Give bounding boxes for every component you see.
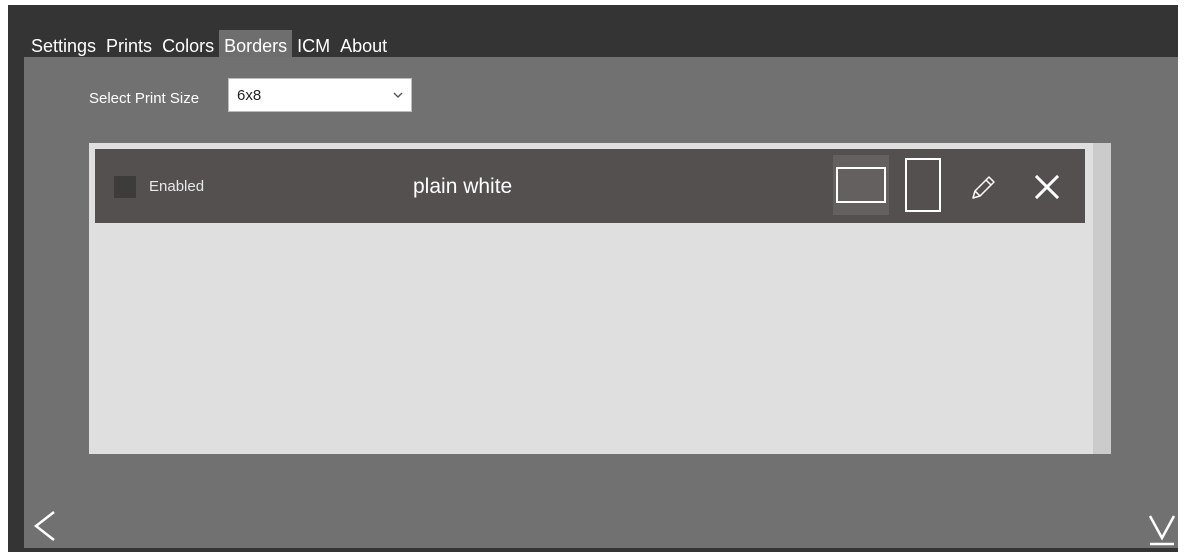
app-window: Settings Prints Colors Borders ICM About… [8, 5, 1178, 552]
print-size-select[interactable]: 6x8 [228, 78, 412, 112]
borders-list: Enabled plain white [89, 143, 1111, 454]
scrollbar[interactable] [1093, 143, 1111, 454]
landscape-orientation-button[interactable] [833, 155, 889, 215]
landscape-icon [836, 167, 886, 203]
enabled-label: Enabled [149, 178, 205, 195]
borders-content: Select Print Size 6x8 Enabled plain whit… [24, 57, 1178, 548]
portrait-icon [905, 158, 941, 212]
back-arrow-icon[interactable] [30, 508, 60, 544]
print-size-label: Select Print Size [89, 90, 200, 107]
download-icon[interactable] [1146, 510, 1178, 548]
border-row: Enabled plain white [95, 149, 1085, 223]
pencil-icon[interactable] [963, 167, 1003, 207]
chevron-down-icon [393, 92, 403, 98]
enabled-checkbox[interactable] [114, 176, 136, 198]
close-icon[interactable] [1027, 167, 1067, 207]
print-size-value: 6x8 [237, 87, 262, 104]
portrait-orientation-button[interactable] [899, 155, 947, 215]
border-name: plain white [413, 175, 513, 198]
